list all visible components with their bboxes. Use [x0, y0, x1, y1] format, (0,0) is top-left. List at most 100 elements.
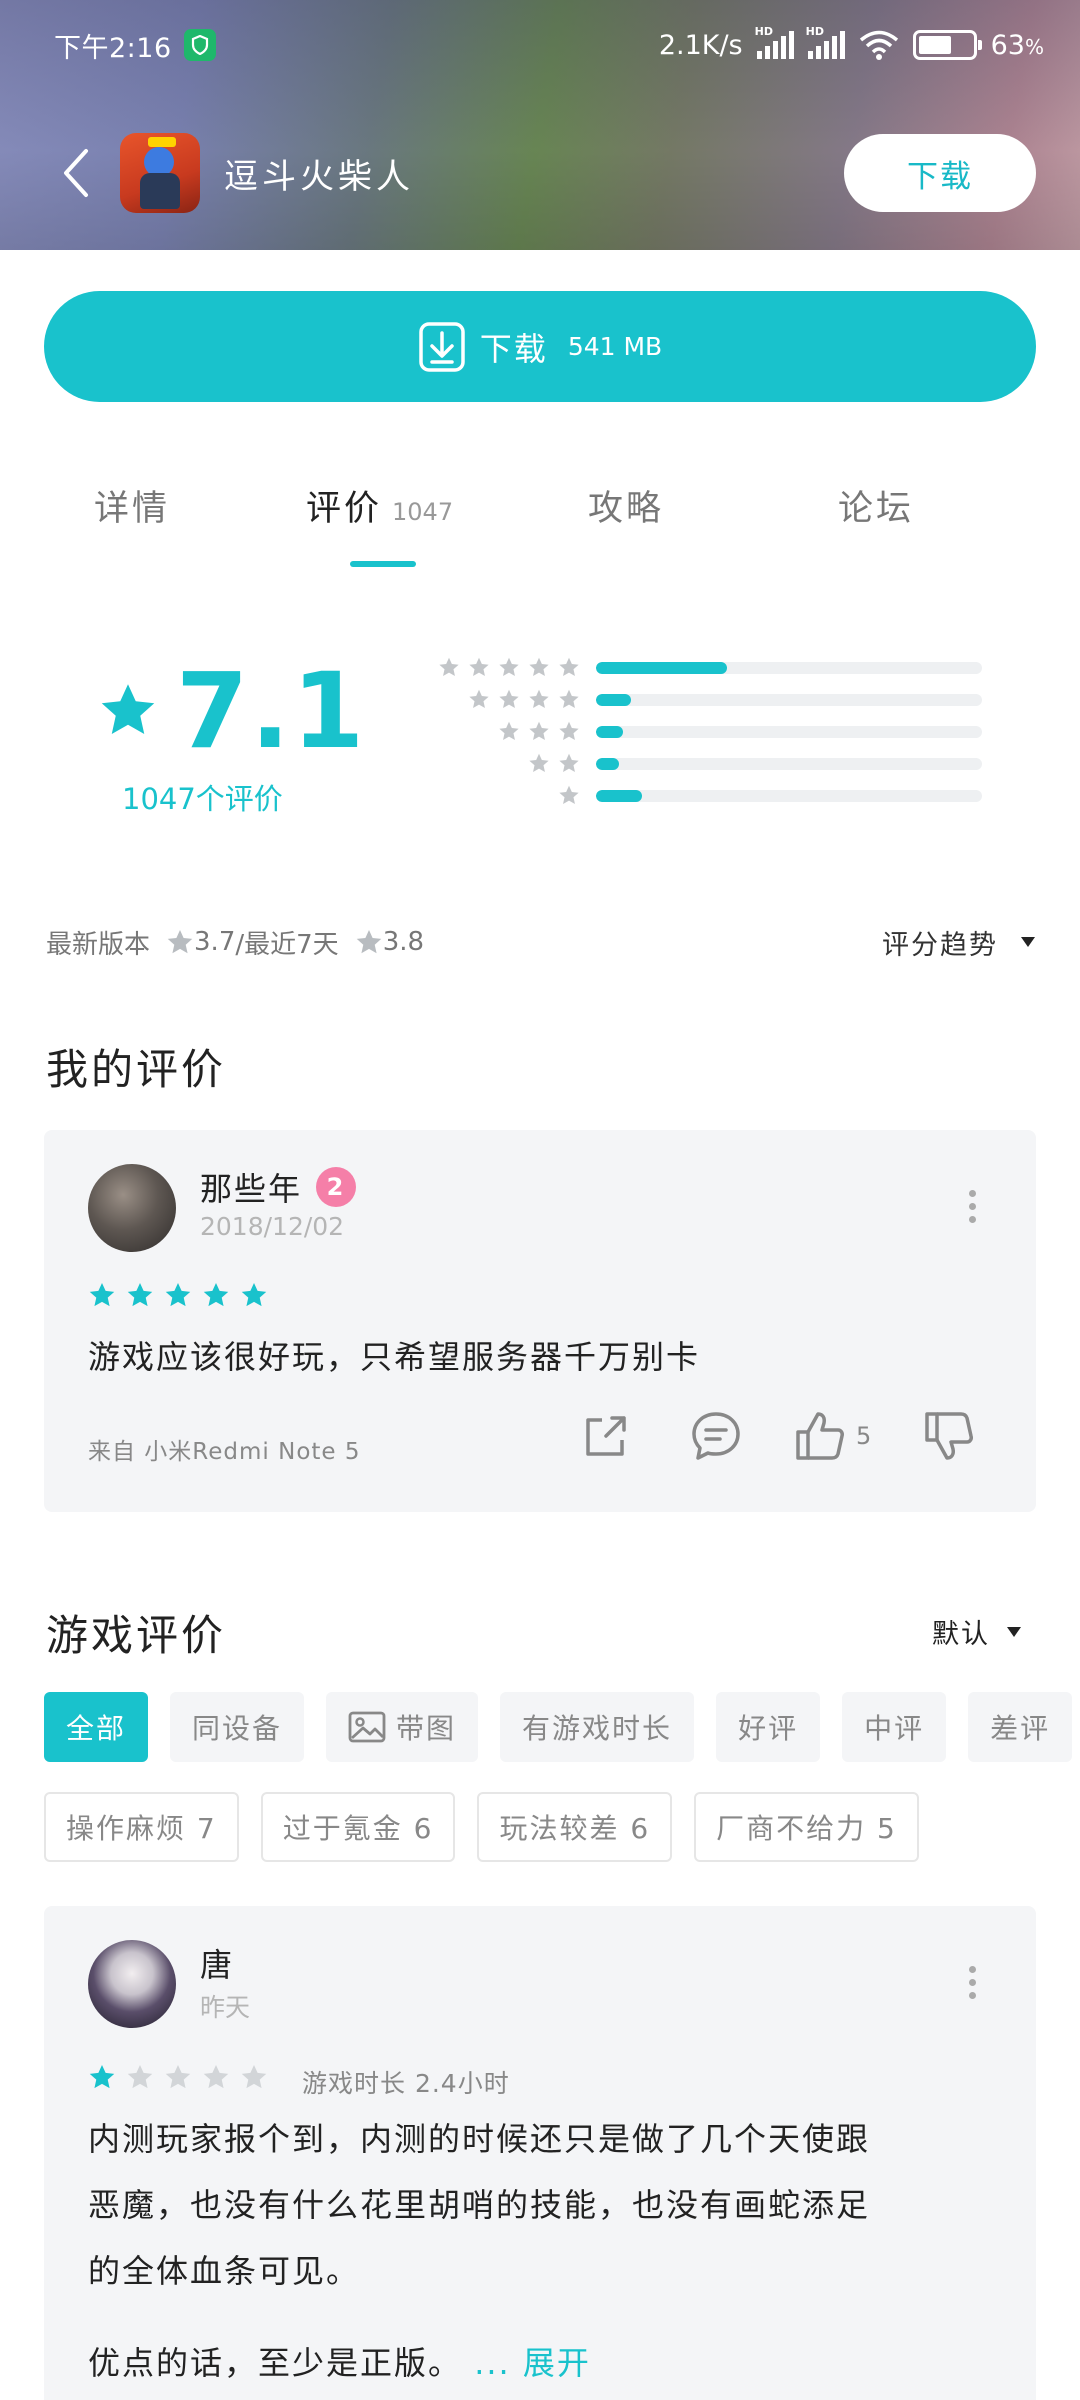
filter-with-image[interactable]: 带图 [326, 1692, 479, 1762]
rating-row-1 [400, 780, 990, 812]
app-icon [120, 133, 200, 213]
status-right: 2.1K/s HD HD 63% [658, 25, 1044, 61]
avatar[interactable] [88, 1164, 176, 1252]
image-icon [348, 1711, 386, 1743]
star-icon [499, 722, 519, 741]
star-icon [165, 2064, 191, 2089]
rating-bar-fill [596, 758, 620, 770]
star-icon [559, 658, 579, 677]
battery-icon [912, 30, 982, 60]
tab-reviews[interactable]: 评价 1047 [306, 480, 453, 531]
rating-trend-dropdown[interactable]: 评分趋势 [882, 923, 1036, 962]
tab-forum[interactable]: 论坛 [838, 480, 914, 531]
filter-positive[interactable]: 好评 [716, 1692, 821, 1762]
download-button[interactable]: 下载 541 MB [44, 291, 1036, 402]
download-label: 下载 [479, 329, 548, 368]
wifi-icon [859, 30, 898, 60]
star-icon [127, 1282, 153, 1307]
star-icon [127, 2064, 153, 2089]
tab-details[interactable]: 详情 [94, 480, 170, 531]
header-download-button[interactable]: 下载 [844, 134, 1036, 212]
battery-percent: 63% [990, 29, 1044, 61]
star-icon [529, 754, 549, 773]
rating-row-5 [400, 652, 990, 684]
my-review-date: 2018/12/02 [200, 1212, 345, 1241]
level-badge: 2 [316, 1167, 357, 1207]
status-time: 下午2:16 [54, 32, 172, 64]
dislike-button[interactable] [923, 1410, 975, 1462]
star-icon [101, 684, 155, 734]
star-icon [559, 754, 579, 773]
star-icon [203, 2064, 229, 2089]
star-icon [241, 1282, 267, 1307]
game-reviews-title: 游戏评价 [46, 1611, 227, 1660]
star-icon [559, 690, 579, 709]
filter-all[interactable]: 全部 [44, 1692, 149, 1762]
thumbs-up-icon [796, 1412, 844, 1460]
tag-chip[interactable]: 操作麻烦 7 [44, 1792, 239, 1862]
review-actions: 5 [580, 1410, 975, 1462]
filter-neutral[interactable]: 中评 [842, 1692, 947, 1762]
rating-row-4 [400, 684, 990, 716]
star-icon [241, 2064, 267, 2089]
my-review-user[interactable]: 那些年 2 [200, 1164, 357, 1210]
expand-link[interactable]: ... 展开 [474, 2344, 591, 2382]
tab-indicator [350, 561, 416, 567]
rating-distribution [400, 652, 990, 812]
star-icon [559, 786, 579, 805]
more-icon[interactable] [962, 1190, 982, 1223]
my-review-title: 我的评价 [46, 1045, 227, 1094]
share-button[interactable] [580, 1410, 632, 1462]
review-user[interactable]: 唐 [200, 1940, 234, 1986]
star-icon [356, 929, 381, 953]
rating-score: 7.1 [98, 650, 366, 772]
latest-version-score: 3.7 [194, 927, 236, 957]
star-icon [529, 722, 549, 741]
star-icon [89, 1282, 115, 1307]
tab-guides[interactable]: 攻略 [588, 480, 664, 531]
tag-chip[interactable]: 过于氪金 6 [260, 1792, 456, 1862]
app-title: 逗斗火柴人 [224, 156, 414, 197]
recent-label: /最近7天 [235, 929, 339, 960]
tag-chip[interactable]: 厂商不给力 5 [694, 1792, 919, 1862]
star-icon [499, 658, 519, 677]
my-review-card: 那些年 2 2018/12/02 游戏应该很好玩，只希望服务器千万别卡 来自 小… [44, 1130, 1036, 1512]
signal-icon-2: HD [806, 25, 845, 59]
download-icon [419, 321, 465, 372]
star-icon [89, 2064, 115, 2089]
star-icon [165, 1282, 191, 1307]
more-icon[interactable] [962, 1966, 982, 1999]
filter-negative[interactable]: 差评 [968, 1692, 1073, 1762]
comment-icon [692, 1412, 740, 1460]
filter-same-device[interactable]: 同设备 [170, 1692, 305, 1762]
back-icon[interactable] [62, 143, 102, 203]
rating-bar-fill [596, 694, 631, 706]
review-stars [88, 2064, 268, 2091]
review-card: 唐 昨天 游戏时长 2.4小时 内测玩家报个到，内测的时候还只是做了几个天使跟 … [44, 1906, 1036, 2400]
rating-bar-fill [596, 662, 728, 674]
rating-row-3 [400, 716, 990, 748]
rating-bar-fill [596, 790, 643, 802]
tab-bar: 详情 评价 1047 攻略 论坛 [0, 480, 1080, 570]
star-icon [559, 722, 579, 741]
status-bar: 下午2:16 2.1K/s HD HD 63% [54, 20, 1044, 70]
signal-icon: HD [755, 25, 794, 59]
review-date: 昨天 [200, 1993, 251, 2022]
comment-button[interactable] [690, 1410, 742, 1462]
filter-with-playtime[interactable]: 有游戏时长 [500, 1692, 695, 1762]
version-rating-line: 最新版本 3.7 /最近7天 3.8 评分趋势 [46, 923, 1036, 962]
my-review-text: 游戏应该很好玩，只希望服务器千万别卡 [88, 1338, 701, 1376]
tag-chip[interactable]: 玩法较差 6 [477, 1792, 673, 1862]
net-speed: 2.1K/s [658, 29, 743, 61]
my-review-stars [88, 1282, 268, 1309]
review-count: 1047 [392, 498, 454, 526]
star-icon [469, 658, 489, 677]
avatar[interactable] [88, 1940, 176, 2028]
rating-bar [596, 790, 982, 802]
caret-down-icon [1021, 937, 1035, 947]
thumbs-down-icon [925, 1412, 974, 1460]
rating-bar [596, 662, 982, 674]
like-button[interactable]: 5 [794, 1410, 871, 1462]
sort-dropdown[interactable]: 默认 [932, 1612, 1022, 1651]
device-source: 来自 小米Redmi Note 5 [88, 1439, 361, 1465]
